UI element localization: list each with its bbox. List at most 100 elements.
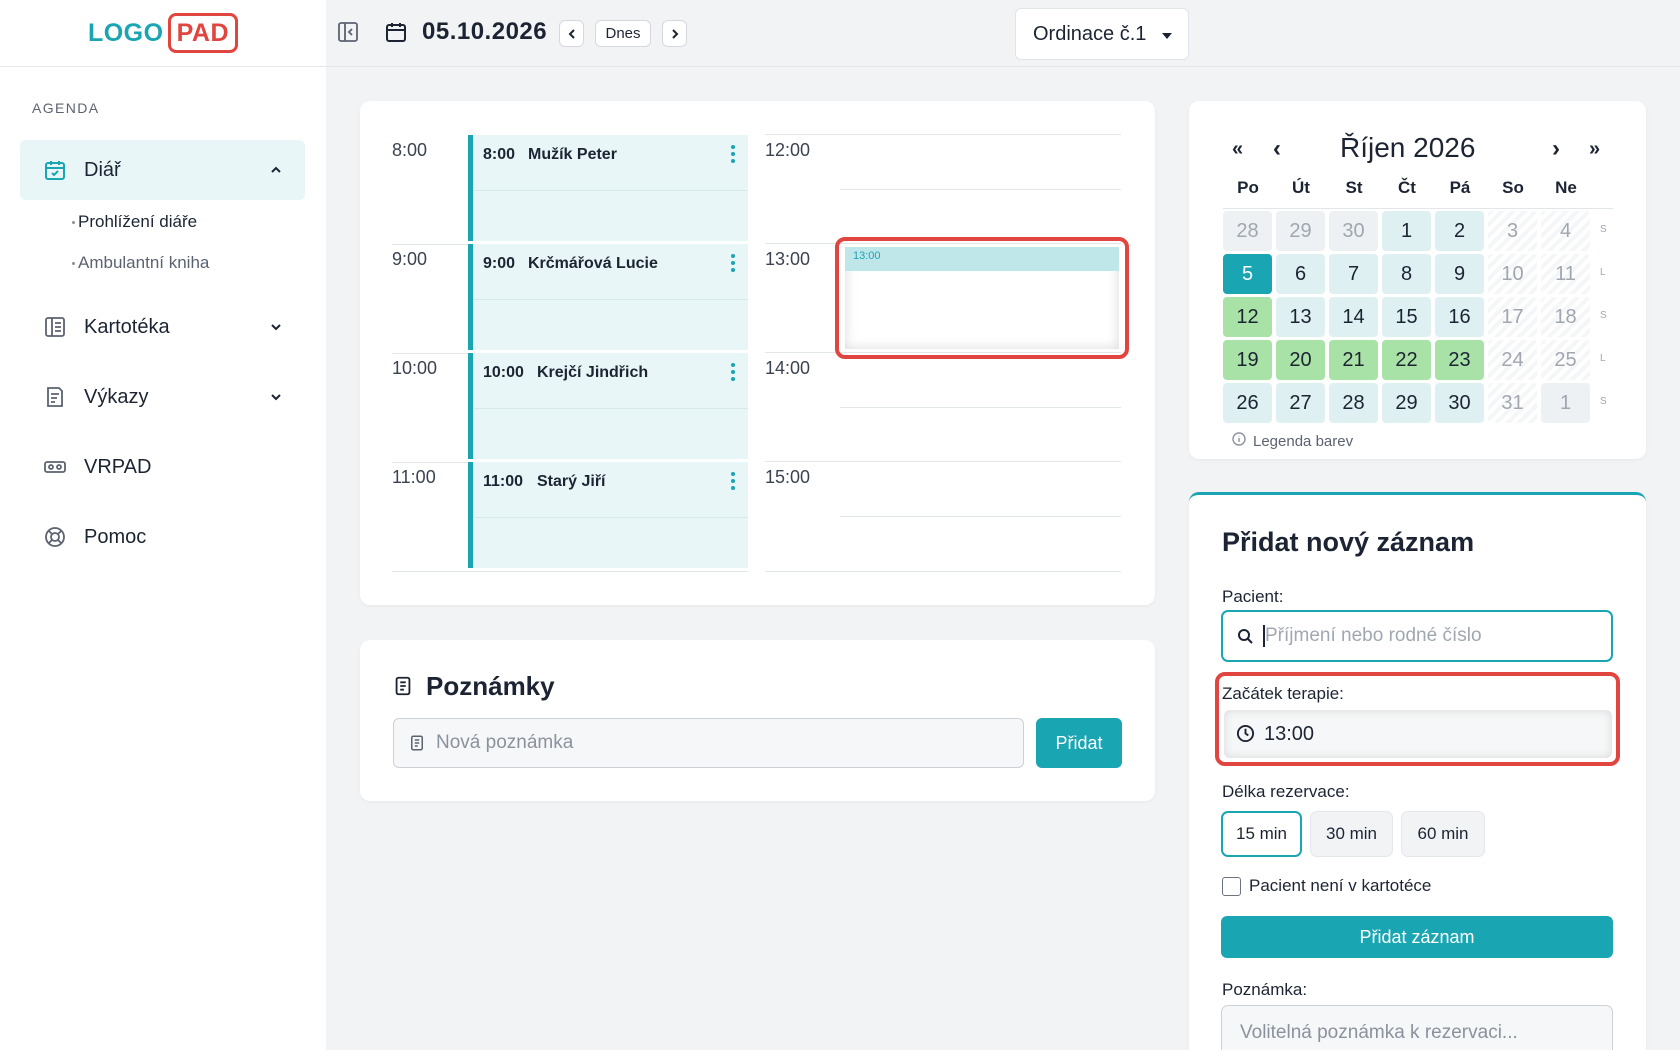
calendar-day[interactable]: 10 xyxy=(1488,254,1537,294)
next-day-button[interactable] xyxy=(662,20,687,47)
calendar-day[interactable]: 24 xyxy=(1488,340,1537,380)
reservation-note-input[interactable]: Volitelná poznámka k rezervaci... xyxy=(1221,1005,1613,1050)
duration-15-button[interactable]: 15 min xyxy=(1221,811,1302,857)
calendar-day[interactable]: 28 xyxy=(1223,211,1272,251)
not-in-registry-checkbox[interactable] xyxy=(1222,877,1241,896)
appointment-card[interactable]: 8:00 Mužík Peter xyxy=(468,135,748,241)
appointment-card[interactable]: 9:00 Krčmářová Lucie xyxy=(468,244,748,350)
vr-headset-icon xyxy=(42,454,68,480)
calendar-day[interactable]: 1 xyxy=(1382,211,1431,251)
more-options-icon[interactable] xyxy=(731,363,735,384)
calendar-day[interactable]: 20 xyxy=(1276,340,1325,380)
appointment-patient: Mužík Peter xyxy=(528,146,617,163)
weekday-separator xyxy=(1223,208,1613,209)
not-in-registry-label[interactable]: Pacient není v kartotéce xyxy=(1249,876,1431,896)
book-icon xyxy=(42,314,68,340)
sidebar: LOGO PAD AGENDA Diář Prohlížení diáře Am… xyxy=(0,0,326,1050)
duration-30-button[interactable]: 30 min xyxy=(1310,811,1393,857)
notes-title: Poznámky xyxy=(426,671,555,701)
prev-day-button[interactable] xyxy=(559,20,584,47)
calendar-day[interactable]: 5 xyxy=(1223,254,1272,294)
calendar-day[interactable]: 12 xyxy=(1223,297,1272,337)
new-note-input[interactable]: Nová poznámka xyxy=(393,718,1024,768)
first-month-button[interactable]: « xyxy=(1232,138,1243,161)
subnav-prohlizeni-diare[interactable]: Prohlížení diáře xyxy=(72,212,197,232)
current-date[interactable]: 05.10.2026 xyxy=(422,18,547,46)
calendar-day[interactable]: 29 xyxy=(1382,383,1431,423)
calendar-day[interactable]: 22 xyxy=(1382,340,1431,380)
calendar-day[interactable]: 28 xyxy=(1329,383,1378,423)
calendar-day[interactable]: 7 xyxy=(1329,254,1378,294)
chevron-up-icon xyxy=(269,160,283,183)
legend-label: Legenda barev xyxy=(1253,432,1354,450)
subnav-ambulantni-kniha[interactable]: Ambulantní kniha xyxy=(72,253,209,273)
more-options-icon[interactable] xyxy=(731,254,735,275)
today-button[interactable]: Dnes xyxy=(595,20,651,47)
calendar-check-icon xyxy=(42,157,68,183)
more-options-icon[interactable] xyxy=(731,145,735,166)
sidebar-item-label: Diář xyxy=(84,158,121,181)
appointment-patient: Krčmářová Lucie xyxy=(528,255,658,272)
search-icon xyxy=(1237,628,1254,651)
last-month-button[interactable]: » xyxy=(1589,138,1600,161)
calendar-day[interactable]: 23 xyxy=(1435,340,1484,380)
calendar-day[interactable]: 19 xyxy=(1223,340,1272,380)
calendar-day[interactable]: 29 xyxy=(1276,211,1325,251)
color-legend-link[interactable]: Legenda barev xyxy=(1232,432,1353,450)
note-label: Poznámka: xyxy=(1222,980,1308,999)
sidebar-item-vrpad[interactable]: VRPAD xyxy=(20,437,305,497)
calendar-day[interactable]: 4 xyxy=(1541,211,1590,251)
calendar-day[interactable]: 3 xyxy=(1488,211,1537,251)
sidebar-item-pomoc[interactable]: Pomoc xyxy=(20,507,305,567)
sidebar-item-diar[interactable]: Diář xyxy=(20,140,305,200)
prev-month-button[interactable]: ‹ xyxy=(1273,135,1281,163)
calendar-day[interactable]: 11 xyxy=(1541,254,1590,294)
duration-60-button[interactable]: 60 min xyxy=(1401,811,1485,857)
calendar-day[interactable]: 14 xyxy=(1329,297,1378,337)
selected-slot-highlight[interactable]: 13:00 xyxy=(835,237,1129,359)
appointment-card[interactable]: 11:00 Starý Jiří xyxy=(468,462,748,568)
sidebar-item-vykazy[interactable]: Výkazy xyxy=(20,367,305,427)
calendar-day[interactable]: 6 xyxy=(1276,254,1325,294)
calendar-day[interactable]: 16 xyxy=(1435,297,1484,337)
therapy-start-input[interactable]: 13:00 xyxy=(1224,710,1612,758)
calendar-day[interactable]: 8 xyxy=(1382,254,1431,294)
calendar-day[interactable]: 1 xyxy=(1541,383,1590,423)
calendar-day[interactable]: 30 xyxy=(1435,383,1484,423)
calendar-icon[interactable] xyxy=(384,20,410,46)
calendar-day[interactable]: 13 xyxy=(1276,297,1325,337)
hour-divider xyxy=(392,571,748,572)
sidebar-collapse-icon[interactable] xyxy=(336,20,362,46)
logo-bar: LOGO PAD xyxy=(0,0,326,67)
selected-slot-bar: 13:00 xyxy=(845,247,1119,271)
calendar-day[interactable]: 17 xyxy=(1488,297,1537,337)
calendar-day[interactable]: 18 xyxy=(1541,297,1590,337)
calendar-day[interactable]: 9 xyxy=(1435,254,1484,294)
appointment-card[interactable]: 10:00 Krejčí Jindřich xyxy=(468,353,748,459)
weekday-label: Po xyxy=(1237,178,1259,197)
weekday-label: Čt xyxy=(1398,178,1416,197)
chevron-left-icon xyxy=(568,28,575,39)
office-select[interactable]: Ordinace č.1 xyxy=(1015,8,1189,60)
bullet-icon xyxy=(72,221,75,224)
selected-slot[interactable]: 13:00 xyxy=(845,247,1119,349)
app-logo[interactable]: LOGO PAD xyxy=(87,13,239,53)
calendar-day[interactable]: 27 xyxy=(1276,383,1325,423)
calendar-day[interactable]: 31 xyxy=(1488,383,1537,423)
calendar-day[interactable]: 26 xyxy=(1223,383,1272,423)
patient-search-input[interactable]: Příjmení nebo rodné číslo xyxy=(1221,610,1613,662)
more-options-icon[interactable] xyxy=(731,472,735,493)
calendar-day[interactable]: 15 xyxy=(1382,297,1431,337)
calendar-day[interactable]: 30 xyxy=(1329,211,1378,251)
sidebar-section-label: AGENDA xyxy=(32,100,100,116)
half-hour-divider xyxy=(473,190,748,191)
add-record-button[interactable]: Přidat záznam xyxy=(1221,916,1613,958)
logo-text-logo: LOGO xyxy=(87,18,164,47)
calendar-day[interactable]: 25 xyxy=(1541,340,1590,380)
calendar-day[interactable]: 21 xyxy=(1329,340,1378,380)
therapy-start-label: Začátek terapie: xyxy=(1222,684,1344,703)
sidebar-item-kartoteka[interactable]: Kartotéka xyxy=(20,297,305,357)
next-month-button[interactable]: › xyxy=(1552,135,1560,163)
calendar-day[interactable]: 2 xyxy=(1435,211,1484,251)
add-note-button[interactable]: Přidat xyxy=(1036,718,1122,768)
